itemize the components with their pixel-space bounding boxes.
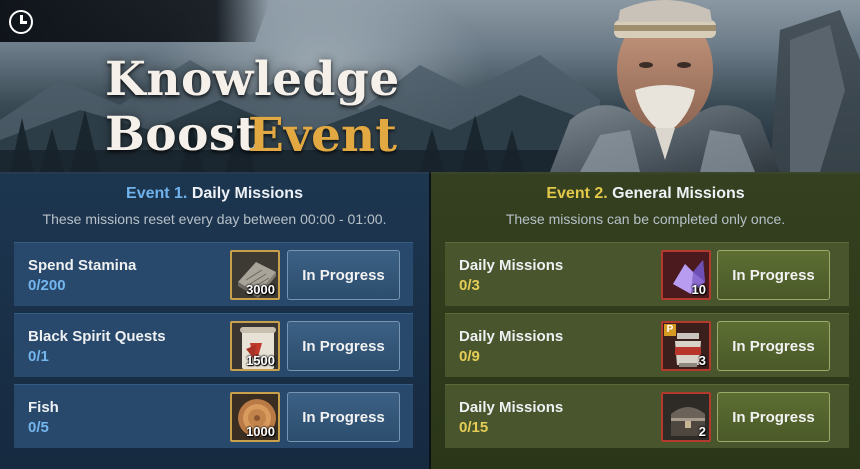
in-progress-button[interactable]: In Progress — [717, 392, 830, 442]
elixir-jar-icon[interactable]: P 3 — [661, 321, 711, 371]
mission-row: Black Spirit Quests 0/1 1500 In Progress — [14, 313, 413, 377]
event2-name: General Missions — [612, 185, 745, 202]
mission-name: Spend Stamina — [28, 257, 137, 274]
scroll-icon[interactable]: 1500 — [230, 321, 280, 371]
mission-name: Fish — [28, 399, 59, 416]
event-subtitle: Event — [248, 108, 397, 163]
event2-panel: Event 2. General Missions These missions… — [430, 172, 860, 469]
reward-quantity: 10 — [691, 282, 706, 297]
mission-name: Daily Missions — [459, 328, 564, 345]
reward-quantity: 3 — [698, 353, 706, 368]
mission-row: Spend Stamina 0/200 3000 In Progress — [14, 242, 413, 306]
clock-icon[interactable] — [9, 10, 33, 34]
event1-name: Daily Missions — [191, 185, 303, 202]
mission-name: Daily Missions — [459, 399, 564, 416]
mission-progress: 0/5 — [28, 419, 49, 436]
in-progress-button[interactable]: In Progress — [717, 321, 830, 371]
event1-number: Event 1. — [126, 185, 188, 202]
in-progress-button[interactable]: In Progress — [287, 250, 400, 300]
mission-name: Black Spirit Quests — [28, 328, 166, 345]
mission-row: Fish 0/5 1000 In Progress — [14, 384, 413, 448]
warrior-portrait-icon — [550, 0, 860, 172]
reward-quantity: 1500 — [246, 353, 275, 368]
reward-quantity: 1000 — [246, 424, 275, 439]
stamina-tablet-icon[interactable]: 3000 — [230, 250, 280, 300]
in-progress-button[interactable]: In Progress — [287, 392, 400, 442]
treasure-chest-icon[interactable]: 2 — [661, 392, 711, 442]
event2-description: These missions can be completed only onc… — [505, 211, 786, 227]
coin-icon[interactable]: 1000 — [230, 392, 280, 442]
mission-row: Daily Missions 0/9 P 3 In Progress — [445, 313, 849, 377]
crystal-icon[interactable]: 10 — [661, 250, 711, 300]
timer-bar — [0, 0, 270, 42]
mission-row: Daily Missions 0/15 2 In Progress — [445, 384, 849, 448]
mission-progress: 0/1 — [28, 348, 49, 365]
event1-title: Event 1. Daily Missions — [0, 185, 429, 203]
mission-progress: 0/15 — [459, 419, 489, 436]
event2-number: Event 2. — [546, 185, 608, 202]
event1-description: These missions reset every day between 0… — [42, 211, 387, 227]
mission-progress: 0/3 — [459, 277, 480, 294]
premium-badge: P — [664, 324, 676, 336]
mission-row: Daily Missions 0/3 10 In Progress — [445, 242, 849, 306]
in-progress-button[interactable]: In Progress — [717, 250, 830, 300]
in-progress-button[interactable]: In Progress — [287, 321, 400, 371]
event-banner: Knowledge Boost Event — [0, 0, 860, 172]
mission-name: Daily Missions — [459, 257, 564, 274]
event2-title: Event 2. General Missions — [431, 185, 860, 203]
reward-quantity: 3000 — [246, 282, 275, 297]
mission-progress: 0/9 — [459, 348, 480, 365]
event1-panel: Event 1. Daily Missions These missions r… — [0, 172, 430, 469]
mission-progress: 0/200 — [28, 277, 66, 294]
reward-quantity: 2 — [698, 424, 706, 439]
